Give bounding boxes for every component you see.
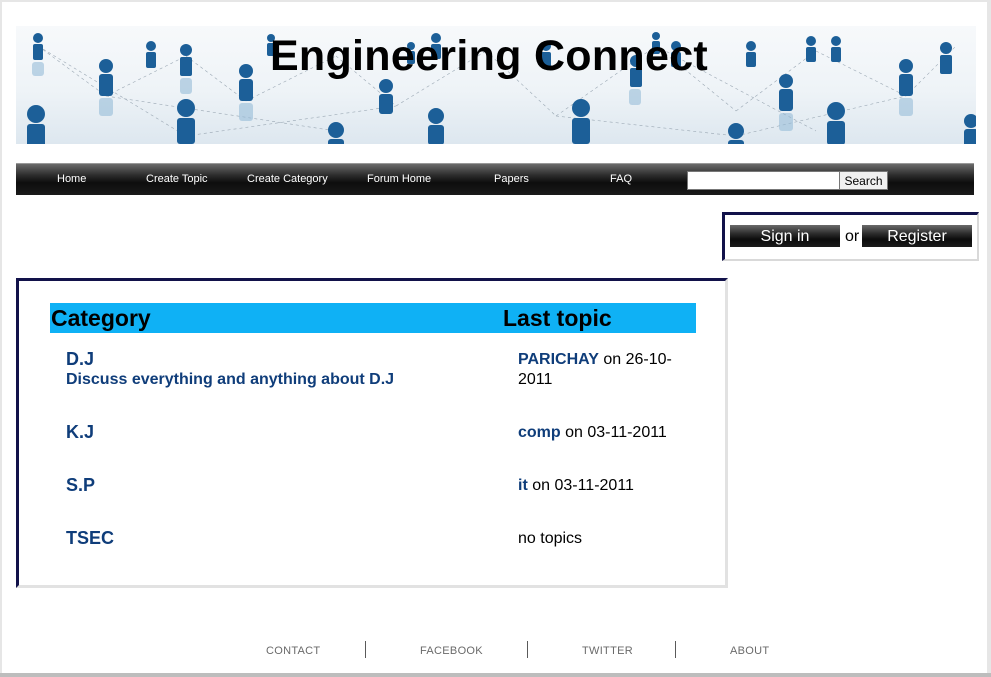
search-input[interactable] xyxy=(687,171,841,190)
search-button[interactable]: Search xyxy=(839,171,888,190)
nav-create-category[interactable]: Create Category xyxy=(247,173,328,185)
nav-papers[interactable]: Papers xyxy=(494,173,529,185)
site-title: Engineering Connect xyxy=(269,32,709,80)
last-topic-cell: comp on 03-11-2011 xyxy=(518,423,683,443)
nav-create-topic[interactable]: Create Topic xyxy=(146,173,208,185)
category-link[interactable]: TSEC xyxy=(66,528,114,549)
last-topic-column-header: Last topic xyxy=(503,305,612,331)
last-topic-cell: it on 03-11-2011 xyxy=(518,476,683,496)
nav-home[interactable]: Home xyxy=(57,173,86,185)
category-description: Discuss everything and anything about D.… xyxy=(66,371,395,388)
footer-divider xyxy=(527,641,528,658)
footer-about-link[interactable]: ABOUT xyxy=(730,645,769,657)
sign-in-button[interactable]: Sign in xyxy=(730,225,840,247)
page: Engineering Connect Home Create Topic Cr… xyxy=(2,2,987,673)
footer-divider xyxy=(365,641,366,658)
last-topic-cell: PARICHAY on 26-10-2011 xyxy=(518,350,683,390)
last-topic-link[interactable]: PARICHAY xyxy=(518,351,599,368)
or-label: or xyxy=(845,228,860,245)
page-bottom-border xyxy=(0,673,991,677)
nav-forum-home[interactable]: Forum Home xyxy=(367,173,431,185)
category-link[interactable]: D.J xyxy=(66,349,94,370)
category-column-header: Category xyxy=(51,305,151,331)
footer-contact-link[interactable]: CONTACT xyxy=(266,645,320,657)
category-table-header: Category Last topic xyxy=(50,303,696,333)
auth-box: Sign in or Register xyxy=(722,212,979,261)
last-topic-date: on 03-11-2011 xyxy=(560,424,667,441)
nav-bar: Home Create Topic Create Category Forum … xyxy=(16,163,974,195)
last-topic-date: on 03-11-2011 xyxy=(527,477,634,494)
no-topics-label: no topics xyxy=(518,530,583,547)
footer-facebook-link[interactable]: FACEBOOK xyxy=(420,645,483,657)
last-topic-cell: no topics xyxy=(518,529,683,549)
last-topic-link[interactable]: comp xyxy=(518,424,561,441)
last-topic-link[interactable]: it xyxy=(518,477,528,494)
footer-twitter-link[interactable]: TWITTER xyxy=(582,645,633,657)
nav-faq[interactable]: FAQ xyxy=(610,173,632,185)
category-link[interactable]: K.J xyxy=(66,422,94,443)
category-table-box: Category Last topic D.J Discuss everythi… xyxy=(16,278,728,588)
footer-divider xyxy=(675,641,676,658)
register-button[interactable]: Register xyxy=(862,225,972,247)
category-link[interactable]: S.P xyxy=(66,475,95,496)
